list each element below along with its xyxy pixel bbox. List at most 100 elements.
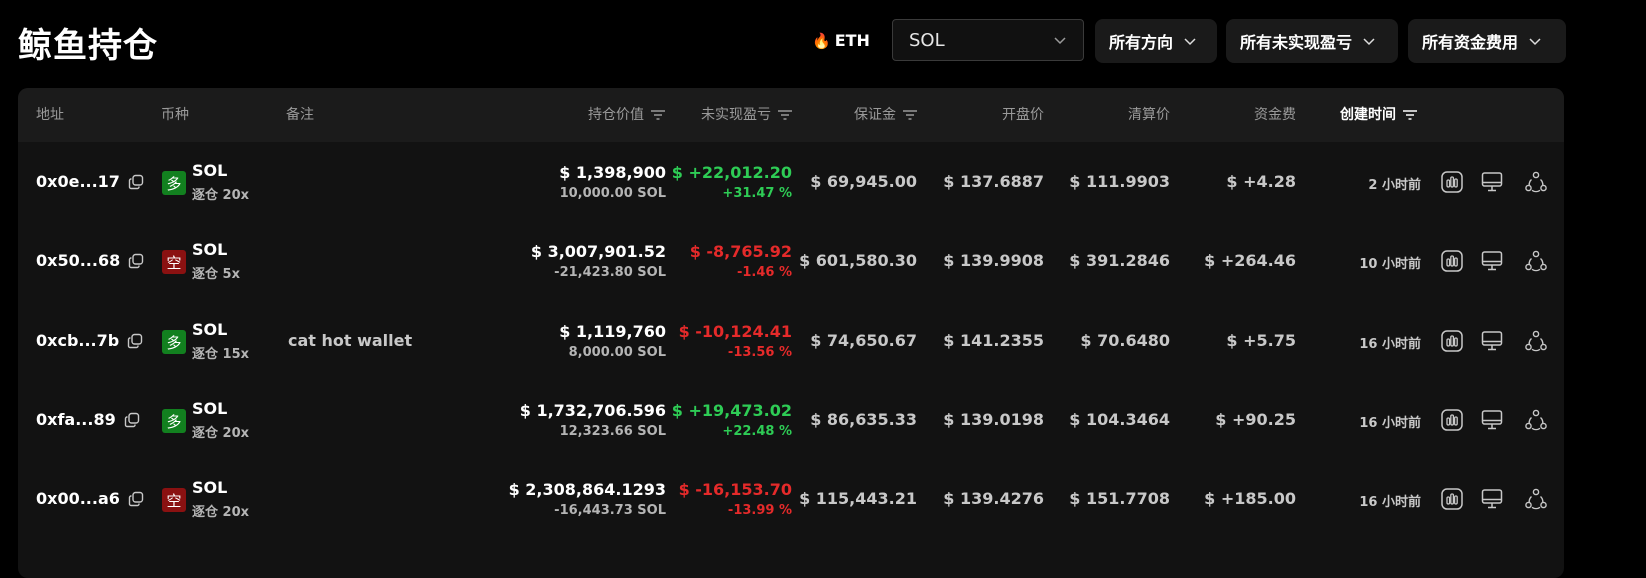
coin-name: SOL — [192, 399, 228, 418]
eth-chip[interactable]: 🔥 ETH — [812, 31, 870, 50]
liq-price: $ 70.6480 — [1080, 331, 1170, 350]
margin-value: $ 601,580.30 — [799, 251, 917, 270]
unrealized-pnl-pct: -13.56 % — [727, 345, 792, 360]
address-cell[interactable]: 0x00...a6 — [36, 489, 144, 508]
monitor-icon[interactable] — [1480, 170, 1504, 194]
entry-price: $ 139.9908 — [943, 251, 1044, 270]
created-time: 16 小时前 — [1359, 337, 1421, 352]
unrealized-pnl-pct: +22.48 % — [722, 424, 792, 439]
funding-value: $ +264.46 — [1204, 251, 1296, 270]
position-value: $ 1,732,706.596 — [519, 401, 666, 420]
entry-price: $ 139.4276 — [943, 489, 1044, 508]
col-entry-price: 开盘价 — [1002, 107, 1044, 123]
coin-select[interactable]: SOL — [892, 19, 1084, 61]
side-badge: 多 — [162, 330, 186, 354]
col-coin: 币种 — [161, 107, 189, 123]
address-text[interactable]: 0xfa...89 — [36, 410, 116, 429]
address-text[interactable]: 0x50...68 — [36, 251, 120, 270]
address-cell[interactable]: 0x0e...17 — [36, 172, 144, 191]
address-cell[interactable]: 0x50...68 — [36, 251, 144, 270]
table-row[interactable]: 0x00...a6 空 SOL 逐仓 20x $ 2,308,864.1293 -16,4… — [18, 459, 1564, 538]
position-value: $ 1,119,760 — [559, 322, 666, 341]
col-funding: 资金费 — [1254, 107, 1296, 123]
table-row[interactable]: 0x50...68 空 SOL 逐仓 5x $ 3,007,901.52 -21,423.… — [18, 221, 1564, 300]
funding-filter[interactable]: 所有资金费用 — [1408, 19, 1566, 63]
chevron-down-icon — [1183, 34, 1197, 48]
page-title: 鲸鱼持仓 — [18, 26, 158, 66]
unrealized-pnl: $ -8,765.92 — [689, 242, 792, 261]
side-badge: 多 — [162, 171, 186, 195]
note-text: cat hot wallet — [288, 331, 413, 350]
funding-value: $ +185.00 — [1204, 489, 1296, 508]
unrealized-pnl-pct: -1.46 % — [736, 265, 792, 280]
created-time: 16 小时前 — [1359, 416, 1421, 431]
monitor-icon[interactable] — [1480, 329, 1504, 353]
table-row[interactable]: 0xfa...89 多 SOL 逐仓 20x $ 1,732,706.596 12,323… — [18, 380, 1564, 459]
col-note: 备注 — [286, 107, 314, 123]
col-liq-price: 清算价 — [1128, 107, 1170, 123]
liq-price: $ 151.7708 — [1069, 489, 1170, 508]
table-row[interactable]: 0xcb...7b 多 SOL 逐仓 15x cat hot wallet $ 1,119… — [18, 301, 1564, 380]
chart-icon[interactable] — [1440, 329, 1464, 353]
copy-icon[interactable] — [124, 412, 140, 428]
chevron-down-icon — [1362, 34, 1376, 48]
liq-price: $ 104.3464 — [1069, 410, 1170, 429]
col-position-value[interactable]: 持仓价值 — [538, 88, 666, 142]
coin-name: SOL — [192, 320, 228, 339]
share-network-icon[interactable] — [1524, 329, 1548, 353]
address-text[interactable]: 0xcb...7b — [36, 331, 119, 350]
unrealized-pnl-pct: +31.47 % — [722, 186, 792, 201]
unrealized-pnl-filter[interactable]: 所有未实现盈亏 — [1226, 19, 1398, 63]
sort-icon — [903, 110, 917, 120]
copy-icon[interactable] — [128, 491, 144, 507]
col-unrealized-pnl[interactable]: 未实现盈亏 — [678, 88, 793, 142]
monitor-icon[interactable] — [1480, 408, 1504, 432]
share-network-icon[interactable] — [1524, 408, 1548, 432]
share-network-icon[interactable] — [1524, 170, 1548, 194]
funding-value: $ +5.75 — [1226, 331, 1296, 350]
margin-value: $ 69,945.00 — [810, 172, 917, 191]
share-network-icon[interactable] — [1524, 487, 1548, 511]
copy-icon[interactable] — [127, 333, 143, 349]
position-size: 10,000.00 SOL — [559, 186, 666, 201]
margin-mode: 逐仓 20x — [192, 505, 250, 520]
coin-name: SOL — [192, 240, 228, 259]
table-row[interactable]: 0x0e...17 多 SOL 逐仓 20x $ 1,398,900 10,000.00 … — [18, 142, 1564, 221]
monitor-icon[interactable] — [1480, 487, 1504, 511]
copy-icon[interactable] — [128, 174, 144, 190]
margin-value: $ 74,650.67 — [810, 331, 917, 350]
funding-value: $ +90.25 — [1215, 410, 1296, 429]
position-value: $ 3,007,901.52 — [530, 242, 666, 261]
chart-icon[interactable] — [1440, 249, 1464, 273]
sort-icon — [778, 110, 792, 120]
col-created[interactable]: 创建时间 — [1340, 88, 1418, 142]
position-value: $ 2,308,864.1293 — [508, 480, 666, 499]
chart-icon[interactable] — [1440, 487, 1464, 511]
chart-icon[interactable] — [1440, 408, 1464, 432]
chevron-down-icon — [1528, 34, 1542, 48]
share-network-icon[interactable] — [1524, 249, 1548, 273]
coin-name: SOL — [192, 161, 228, 180]
unrealized-pnl-filter-label: 所有未实现盈亏 — [1240, 33, 1353, 52]
position-value: $ 1,398,900 — [559, 163, 666, 182]
coin-select-value: SOL — [909, 29, 945, 51]
direction-filter[interactable]: 所有方向 — [1095, 19, 1217, 63]
position-size: 8,000.00 SOL — [568, 345, 666, 360]
col-margin[interactable]: 保证金 — [818, 88, 918, 142]
side-badge: 空 — [162, 250, 186, 274]
monitor-icon[interactable] — [1480, 249, 1504, 273]
address-text[interactable]: 0x00...a6 — [36, 489, 120, 508]
address-cell[interactable]: 0xfa...89 — [36, 410, 140, 429]
address-cell[interactable]: 0xcb...7b — [36, 331, 143, 350]
created-time: 16 小时前 — [1359, 495, 1421, 510]
eth-chip-label: ETH — [834, 31, 870, 50]
side-badge: 多 — [162, 409, 186, 433]
unrealized-pnl: $ -16,153.70 — [678, 480, 792, 499]
copy-icon[interactable] — [128, 253, 144, 269]
chevron-down-icon — [1053, 33, 1067, 47]
created-time: 10 小时前 — [1359, 257, 1421, 272]
positions-table: 地址 币种 备注 持仓价值 未实现盈亏 保证金 开盘价 清算价 资金费 创建时间… — [18, 88, 1564, 578]
chart-icon[interactable] — [1440, 170, 1464, 194]
margin-mode: 逐仓 20x — [192, 188, 250, 203]
address-text[interactable]: 0x0e...17 — [36, 172, 120, 191]
